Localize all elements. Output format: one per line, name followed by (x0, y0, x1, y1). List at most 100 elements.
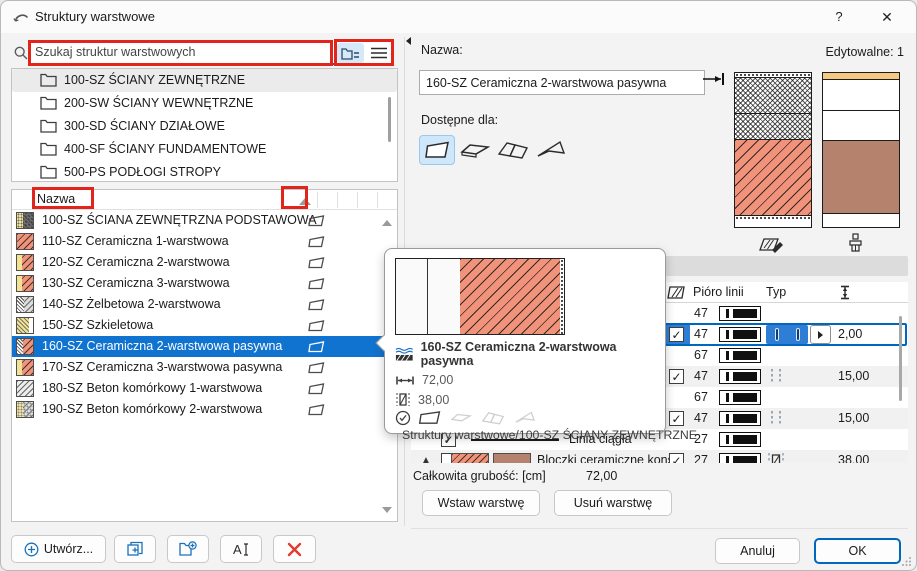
resize-grip[interactable] (901, 556, 912, 567)
thickness-value[interactable]: 38,00 (838, 453, 869, 463)
pen-checkbox[interactable]: ✓ (669, 369, 684, 384)
pen-column-header[interactable]: Pióro linii (693, 285, 744, 299)
rename-button[interactable]: A (220, 535, 262, 563)
table-scrollbar[interactable] (899, 316, 902, 401)
duplicate-button[interactable] (114, 535, 156, 563)
composite-swatch (16, 275, 34, 292)
slab-icon (460, 144, 490, 158)
thickness-value[interactable]: 15,00 (838, 369, 869, 383)
type-dropdown-button[interactable] (810, 325, 831, 344)
pen-check-cell[interactable]: ✓ (663, 366, 690, 387)
list-scroll-up[interactable] (382, 220, 392, 226)
pen-swatch[interactable] (719, 348, 761, 363)
available-shell-toggle[interactable] (533, 135, 569, 165)
ok-button[interactable]: OK (814, 538, 901, 564)
sort-ascending-icon[interactable] (299, 198, 311, 205)
create-button[interactable]: Utwórz... (11, 535, 106, 563)
composite-list-item[interactable]: 160-SZ Ceramiczna 2-warstwowa pasywna (12, 336, 397, 357)
list-scroll-down[interactable] (382, 507, 392, 513)
composite-list-item[interactable]: 180-SZ Beton komórkowy 1-warstwowa (12, 378, 397, 399)
separator-type-bars[interactable] (766, 325, 808, 344)
delete-button[interactable] (273, 535, 316, 563)
available-slab-toggle[interactable] (457, 135, 493, 165)
new-folder-button[interactable] (167, 535, 209, 563)
paintbrush-icon[interactable] (847, 233, 864, 255)
wall-icon (308, 278, 325, 290)
thickness-value[interactable]: 15,00 (838, 411, 869, 425)
pen-swatch[interactable] (719, 453, 761, 463)
list-view-toggle[interactable] (365, 43, 392, 63)
pen-swatch[interactable] (719, 411, 761, 426)
folder-tree-item[interactable]: 200-SW ŚCIANY WEWNĘTRZNE (12, 92, 397, 115)
pen-checkbox[interactable]: ✓ (669, 453, 684, 463)
type-column-header[interactable]: Typ (766, 285, 786, 299)
type-cell[interactable] (766, 451, 786, 463)
available-wall-toggle[interactable] (419, 135, 455, 165)
folder-tree-item[interactable]: 400-SF ŚCIANY FUNDAMENTOWE (12, 138, 397, 161)
type-cell[interactable] (766, 367, 786, 386)
composite-list-item[interactable]: 150-SZ Szkieletowa (12, 315, 397, 336)
collapse-pane-icon[interactable] (406, 37, 411, 45)
composites-dialog: Struktury warstwowe ? ✕ 100-SZ ŚCIANY ZE… (0, 0, 917, 571)
layer-table-row[interactable]: ▲▼ Bloczki ceramiczne konstr ✓ 27 38,00 (411, 450, 908, 463)
total-thickness-value: 72,00 (586, 469, 618, 483)
type-cell[interactable] (766, 325, 831, 344)
footer-separator (411, 528, 908, 529)
pen-check-cell[interactable]: ✓ (663, 450, 690, 463)
composite-list-item[interactable]: 190-SZ Beton komórkowy 2-warstwowa (12, 399, 397, 420)
window-title: Struktury warstwowe (35, 9, 155, 24)
composite-name: 190-SZ Beton komórkowy 2-warstwowa (42, 402, 263, 416)
pen-number: 47 (694, 306, 708, 320)
pen-checkbox[interactable]: ✓ (669, 327, 684, 342)
tree-view-toggle[interactable] (337, 43, 364, 63)
pen-swatch[interactable] (719, 390, 761, 405)
composite-name: 130-SZ Ceramiczna 3-warstwowa (42, 276, 230, 290)
composite-preview (732, 72, 904, 230)
pen-swatch[interactable] (719, 327, 761, 342)
composite-tooltip: 160-SZ Ceramiczna 2-warstwowa pasywna 72… (375, 248, 697, 442)
cancel-button[interactable]: Anuluj (715, 538, 800, 564)
row-move-handle[interactable]: ▲▼ (421, 454, 431, 463)
insert-layer-button[interactable]: Wstaw warstwę (422, 490, 540, 516)
total-thickness-label: Całkowita grubość: [cm] (413, 469, 546, 483)
folder-icon (40, 142, 57, 156)
tooltip-preview (395, 258, 565, 335)
pen-checkbox[interactable]: ✓ (669, 411, 684, 426)
close-button[interactable]: ✕ (868, 1, 906, 33)
composite-list-item[interactable]: 170-SZ Ceramiczna 3-warstwowa pasywna (12, 357, 397, 378)
composite-list-item[interactable]: 100-SZ ŚCIANA ZEWNĘTRZNA PODSTAWOWA (12, 210, 397, 231)
pen-check-cell[interactable]: ✓ (663, 324, 690, 345)
folder-label: 400-SF ŚCIANY FUNDAMENTOWE (64, 142, 267, 156)
fill-pen-icon[interactable] (758, 235, 784, 254)
composite-name: 180-SZ Beton komórkowy 1-warstwowa (42, 381, 263, 395)
folder-tree-item[interactable]: 500-PS PODŁOGI STROPY (12, 161, 397, 181)
layer-surface-swatch (493, 453, 531, 463)
pen-swatch[interactable] (719, 369, 761, 384)
total-width-icon (396, 376, 414, 384)
folder-label: 100-SZ ŚCIANY ZEWNĘTRZNE (64, 73, 246, 87)
row-name: Bloczki ceramiczne konstr (537, 453, 682, 463)
thickness-value[interactable]: 2,00 (838, 327, 862, 341)
pen-swatch[interactable] (719, 306, 761, 321)
type-cell[interactable] (766, 409, 786, 428)
folder-tree-item[interactable]: 100-SZ ŚCIANY ZEWNĘTRZNE (12, 69, 397, 92)
composite-list-item[interactable]: 140-SZ Żelbetowa 2-warstwowa (12, 294, 397, 315)
wall-icon (308, 320, 325, 332)
search-input[interactable] (33, 42, 323, 62)
available-roof-toggle[interactable] (495, 135, 531, 165)
help-button[interactable]: ? (820, 1, 858, 33)
tree-scrollbar[interactable] (388, 97, 391, 142)
folder-tree-item[interactable]: 300-SD ŚCIANY DZIAŁOWE (12, 115, 397, 138)
wall-icon (308, 383, 325, 395)
composite-list: Nazwa 100-SZ ŚCIANA ZEWNĘTRZNA PODSTAWOW… (11, 189, 398, 522)
composite-list-item[interactable]: 110-SZ Ceramiczna 1-warstwowa (12, 231, 397, 252)
pen-swatch[interactable] (719, 432, 761, 447)
composite-list-item[interactable]: 130-SZ Ceramiczna 3-warstwowa (12, 273, 397, 294)
remove-layer-button[interactable]: Usuń warstwę (554, 490, 672, 516)
composite-name-input[interactable] (419, 70, 705, 95)
layer-fill-swatch (451, 453, 489, 463)
composite-list-item[interactable]: 120-SZ Ceramiczna 2-warstwowa (12, 252, 397, 273)
plus-circle-icon (24, 542, 39, 556)
pen-check-cell[interactable]: ✓ (663, 408, 690, 429)
list-header-name[interactable]: Nazwa (37, 192, 75, 206)
